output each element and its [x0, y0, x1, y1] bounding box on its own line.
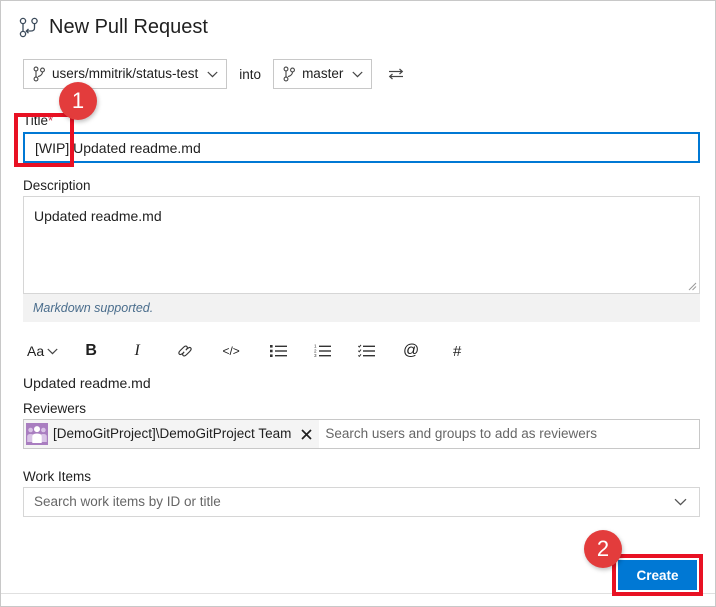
close-icon — [301, 428, 312, 440]
chevron-down-icon — [47, 348, 58, 354]
branch-icon — [33, 66, 45, 82]
source-branch-name: users/mmitrik/status-test — [52, 66, 199, 81]
title-input[interactable] — [23, 132, 700, 163]
reviewers-label: Reviewers — [23, 401, 87, 416]
bold-button[interactable]: B — [78, 338, 104, 364]
team-group-icon — [26, 423, 48, 445]
numbered-list-icon: 1 2 3 — [314, 344, 332, 358]
reviewer-remove-button[interactable] — [296, 423, 316, 445]
markdown-support-bar: Markdown supported. — [23, 294, 700, 322]
code-button[interactable]: </> — [218, 338, 244, 364]
create-button[interactable]: Create — [618, 560, 697, 590]
work-items-input[interactable]: Search work items by ID or title — [23, 487, 700, 517]
description-text: Updated readme.md — [34, 208, 162, 224]
reviewer-chip-name: [DemoGitProject]\DemoGitProject Team — [53, 426, 292, 441]
task-list-icon — [358, 344, 376, 358]
formatting-toolbar: Aa B I </> 1 2 3 @ # — [23, 337, 470, 365]
italic-button[interactable]: I — [124, 338, 150, 364]
target-branch-name: master — [302, 66, 344, 81]
swap-branches-button[interactable] — [386, 64, 406, 84]
description-label: Description — [23, 178, 91, 193]
swap-branches-icon — [389, 68, 404, 80]
title-required-mark: * — [48, 113, 54, 128]
link-button[interactable] — [172, 338, 198, 364]
title-label-text: Title — [23, 113, 49, 128]
page-title: New Pull Request — [49, 16, 208, 38]
work-items-placeholder: Search work items by ID or title — [34, 494, 221, 509]
work-items-label: Work Items — [23, 469, 92, 484]
chevron-down-icon — [352, 71, 363, 77]
source-branch-dropdown[interactable]: users/mmitrik/status-test — [23, 59, 228, 89]
numbered-list-button[interactable]: 1 2 3 — [310, 338, 336, 364]
bulleted-list-button[interactable] — [266, 338, 292, 364]
markdown-note: Markdown supported. — [33, 301, 154, 315]
description-preview-text: Updated readme.md — [23, 375, 151, 391]
branch-selector-row: users/mmitrik/status-test into master — [23, 59, 406, 89]
reviewer-chip[interactable]: [DemoGitProject]\DemoGitProject Team — [24, 420, 320, 448]
target-branch-dropdown[interactable]: master — [273, 59, 373, 89]
task-list-button[interactable] — [354, 338, 380, 364]
hashtag-button[interactable]: # — [444, 338, 470, 364]
font-size-label: Aa — [27, 343, 45, 359]
resize-handle-icon[interactable] — [685, 279, 697, 291]
into-label: into — [239, 66, 262, 82]
pull-request-icon — [19, 17, 38, 38]
annotation-badge-2: 2 — [584, 530, 622, 568]
reviewers-input[interactable]: [DemoGitProject]\DemoGitProject Team Sea… — [23, 419, 700, 449]
new-pull-request-dialog: New Pull Request users/mmitrik/status-te… — [0, 0, 716, 607]
title-label: Title* — [23, 113, 53, 129]
page-header: New Pull Request — [19, 15, 208, 39]
link-icon — [178, 345, 192, 357]
description-textarea[interactable]: Updated readme.md — [23, 196, 700, 294]
bulleted-list-icon — [270, 345, 288, 357]
footer-divider — [1, 593, 715, 594]
svg-text:3: 3 — [314, 353, 317, 358]
font-size-dropdown[interactable]: Aa — [23, 338, 62, 364]
mention-button[interactable]: @ — [398, 338, 424, 364]
chevron-down-icon — [207, 71, 218, 77]
reviewers-placeholder: Search users and groups to add as review… — [325, 426, 597, 441]
chevron-down-icon[interactable] — [674, 498, 687, 506]
branch-icon — [283, 66, 296, 82]
